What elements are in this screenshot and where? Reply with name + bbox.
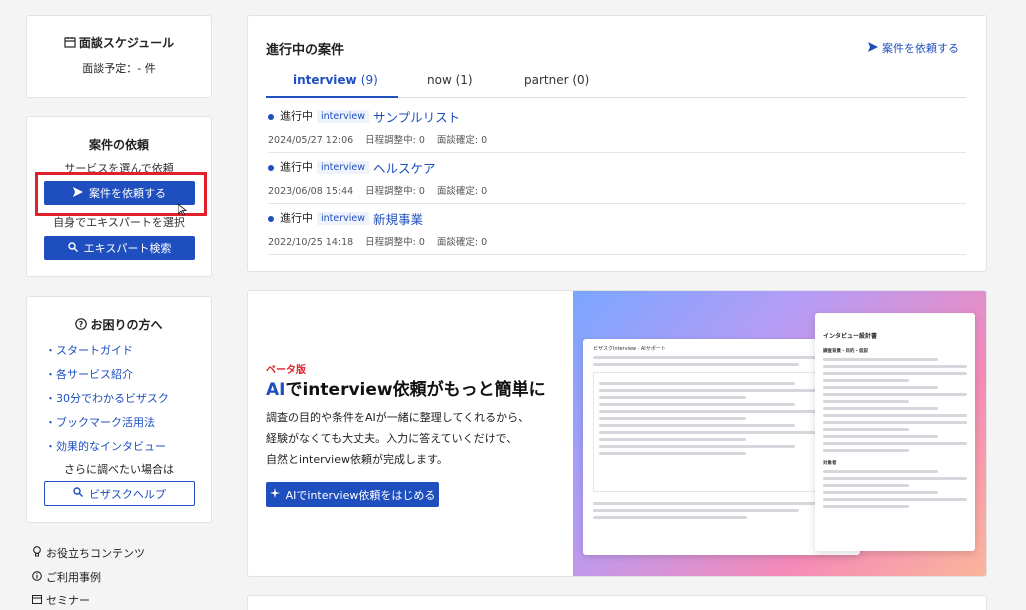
promo-body-line2: 経験がなくても大丈夫。入力に答えていくだけで、 xyxy=(266,432,518,445)
ai-promo-card: ベータ版 AIでinterview依頼がもっと簡単に 調査の目的や条件をAIが一… xyxy=(247,290,987,577)
help-link-start-guide[interactable]: ・スタートガイド xyxy=(45,339,211,363)
footer-link-seminar-label: セミナー xyxy=(46,594,90,607)
schedule-title: 面談スケジュール xyxy=(27,34,211,51)
case-title[interactable]: サンプルリスト xyxy=(373,110,460,125)
case-row[interactable]: 進行中 interview ヘルスケア 2023/06/08 15:44 日程調整中:… xyxy=(268,158,966,204)
help-card: ? お困りの方へ ・スタートガイド ・各サービス紹介 ・30分でわかるビザスク … xyxy=(26,296,212,523)
tab-now-count: (1) xyxy=(455,73,473,87)
info-icon xyxy=(32,570,42,584)
promo-body-line1: 調査の目的や条件をAIが一緒に整理してくれるから、 xyxy=(266,411,530,424)
question-icon: ? xyxy=(75,318,88,333)
promo-heading-ai: AI xyxy=(266,380,286,400)
help-link-services[interactable]: ・各サービス紹介 xyxy=(45,363,211,387)
lightbulb-icon xyxy=(32,546,42,560)
case-confirmed: 面談確定: 0 xyxy=(436,237,488,248)
case-row[interactable]: 進行中 interview サンプルリスト 2024/05/27 12:06 日程調整… xyxy=(268,107,966,153)
expert-search-button[interactable]: エキスパート検索 xyxy=(44,236,195,260)
case-status: 進行中 xyxy=(280,160,313,174)
promo-doc-title: インタビュー設計書 xyxy=(823,333,878,340)
case-date: 2023/06/08 15:44 xyxy=(268,186,354,197)
ai-start-button[interactable]: AIでinterview依頼をはじめる xyxy=(266,482,439,507)
footer-link-contents-label: お役立ちコンテンツ xyxy=(46,547,145,560)
tab-active-indicator xyxy=(266,96,398,98)
case-adjusting: 日程調整中: 0 xyxy=(365,186,425,197)
search-icon xyxy=(67,241,78,255)
footer-link-cases-label: ご利用事例 xyxy=(46,571,101,584)
tab-interview-name: interview xyxy=(293,73,357,87)
promo-doc-section: 調査背景・目的・仮説 xyxy=(823,349,868,354)
tab-partner-name: partner xyxy=(524,73,569,87)
tab-now[interactable]: now (1) xyxy=(427,73,473,87)
help-link-bookmark[interactable]: ・ブックマーク活用法 xyxy=(45,411,211,435)
status-dot xyxy=(268,215,274,222)
svg-text:?: ? xyxy=(79,320,84,329)
schedule-title-text: 面談スケジュール xyxy=(78,36,175,50)
case-tag: interview xyxy=(317,161,370,174)
promo-illustration: ビザスクinterview · AIサポート インタビュー設計書 調査背景・目的… xyxy=(573,291,986,576)
case-tag: interview xyxy=(317,110,370,123)
tab-partner-count: (0) xyxy=(572,73,590,87)
cases-title: 進行中の案件 xyxy=(266,43,345,58)
case-adjusting: 日程調整中: 0 xyxy=(365,135,425,146)
tab-partner[interactable]: partner (0) xyxy=(524,73,589,87)
tab-interview[interactable]: interview (9) xyxy=(293,73,378,87)
cases-card: 進行中の案件 案件を依頼する interview (9) now (1) par… xyxy=(247,15,987,272)
case-adjusting: 日程調整中: 0 xyxy=(365,237,425,248)
case-date: 2024/05/27 12:06 xyxy=(268,135,354,146)
sparkle-icon xyxy=(269,488,280,501)
ai-start-button-label: AIでinterview依頼をはじめる xyxy=(285,488,436,502)
help-link-30min[interactable]: ・30分でわかるビザスク xyxy=(45,387,211,411)
status-dot xyxy=(268,113,274,120)
footer-link-cases[interactable]: ご利用事例 xyxy=(32,569,101,585)
case-tag: interview xyxy=(317,212,370,225)
case-confirmed: 面談確定: 0 xyxy=(436,135,488,146)
promo-doc-header: ビザスクinterview · AIサポート xyxy=(593,346,666,352)
help-link-interview[interactable]: ・効果的なインタビュー xyxy=(45,435,211,459)
help-title: ? お困りの方へ xyxy=(27,316,211,333)
promo-doc-section2: 対象者 xyxy=(823,461,837,466)
request-title: 案件の依頼 xyxy=(88,138,149,152)
footer-link-contents[interactable]: お役立ちコンテンツ xyxy=(32,545,145,561)
help-more-text: さらに調べたい場合は xyxy=(64,463,174,476)
case-status: 進行中 xyxy=(280,109,313,123)
beta-label: ベータ版 xyxy=(266,365,306,376)
case-confirmed: 面談確定: 0 xyxy=(436,186,488,197)
visasq-help-button-label: ビザスクヘルプ xyxy=(89,487,166,501)
status-dot xyxy=(268,164,274,171)
expert-search-button-label: エキスパート検索 xyxy=(83,242,172,255)
promo-heading-rest: でinterview依頼がもっと簡単に xyxy=(285,380,546,400)
tab-interview-count: (9) xyxy=(360,73,378,87)
mouse-cursor-icon xyxy=(177,203,188,219)
request-case-link-label: 案件を依頼する xyxy=(882,42,959,55)
schedule-card: 面談スケジュール 面談予定：- 件 xyxy=(26,15,212,98)
help-title-text: お困りの方へ xyxy=(90,318,163,332)
visasq-help-button[interactable]: ビザスクヘルプ xyxy=(44,481,195,506)
calendar-icon xyxy=(32,594,42,607)
case-status: 進行中 xyxy=(280,211,313,225)
schedule-planned: 面談予定：- 件 xyxy=(82,62,156,75)
next-card xyxy=(247,595,987,610)
request-case-link[interactable]: 案件を依頼する xyxy=(868,40,959,56)
calendar-icon xyxy=(64,36,76,51)
help-links: ・スタートガイド ・各サービス紹介 ・30分でわかるビザスク ・ブックマーク活用… xyxy=(45,339,211,459)
promo-body: 調査の目的や条件をAIが一緒に整理してくれるから、 経験がなくても大丈夫。入力に… xyxy=(266,407,529,470)
footer-link-seminar[interactable]: セミナー xyxy=(32,592,90,608)
search-icon xyxy=(73,487,84,500)
promo-doc-front: インタビュー設計書 調査背景・目的・仮説 対象者 xyxy=(815,313,975,551)
case-date: 2022/10/25 14:18 xyxy=(268,237,354,248)
case-title[interactable]: 新規事業 xyxy=(373,212,423,227)
promo-body-line3: 自然とinterview依頼が完成します。 xyxy=(266,453,448,466)
tab-now-name: now xyxy=(427,73,452,87)
case-title[interactable]: ヘルスケア xyxy=(373,161,436,176)
send-icon xyxy=(868,41,878,55)
promo-heading: AIでinterview依頼がもっと簡単に xyxy=(266,375,546,400)
case-row[interactable]: 進行中 interview 新規事業 2022/10/25 14:18 日程調整中: … xyxy=(268,209,966,255)
